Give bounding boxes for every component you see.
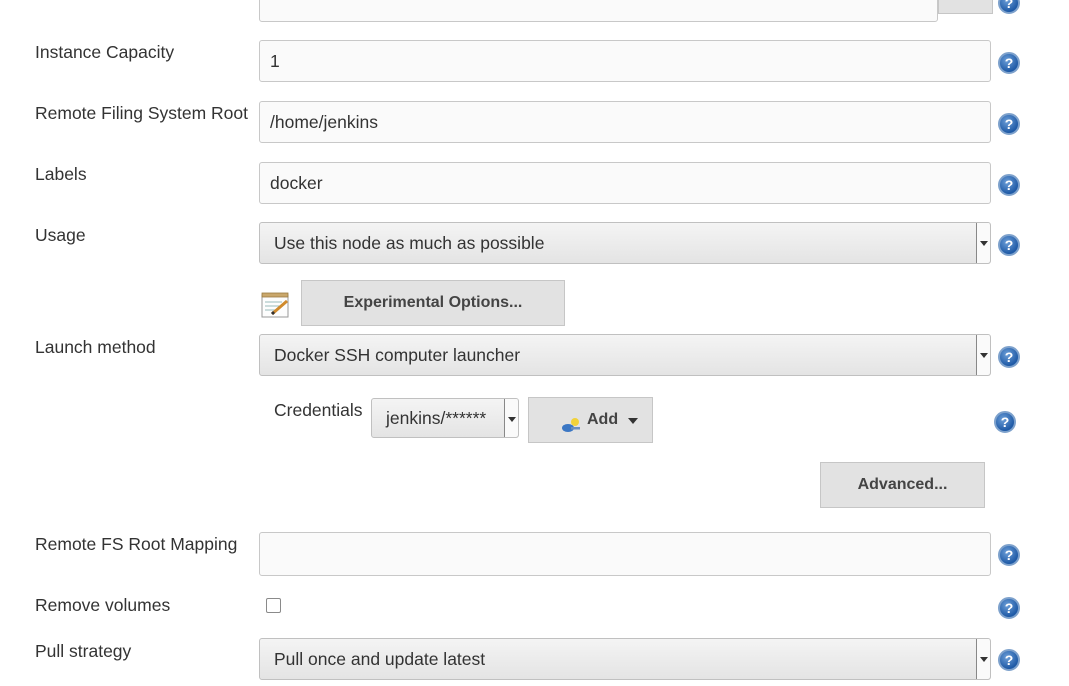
chevron-down-icon [976,639,990,679]
remote-fs-root-mapping-label: Remote FS Root Mapping [35,534,238,554]
remote-fs-root-mapping-input[interactable] [259,532,991,576]
help-icon[interactable]: ? [998,52,1020,74]
pull-strategy-label: Pull strategy [35,641,132,661]
remote-fs-root-input[interactable]: /home/jenkins [259,101,991,143]
advanced-button[interactable]: Advanced... [820,462,985,508]
help-icon[interactable]: ? [998,649,1020,671]
key-icon [561,410,581,432]
help-icon[interactable]: ? [994,411,1016,433]
help-icon[interactable]: ? [998,544,1020,566]
chevron-down-icon [976,223,990,263]
labels-label: Labels [35,164,87,184]
launch-method-select-value: Docker SSH computer launcher [274,345,521,365]
instance-capacity-input[interactable]: 1 [259,40,991,82]
help-icon[interactable]: ? [998,174,1020,196]
usage-select-value: Use this node as much as possible [274,233,545,253]
caret-down-icon [628,418,638,424]
remove-volumes-checkbox[interactable] [266,598,281,613]
usage-label: Usage [35,225,86,245]
launch-method-select[interactable]: Docker SSH computer launcher [259,334,991,376]
credentials-label: Credentials [274,400,363,420]
pull-strategy-select[interactable]: Pull once and update latest [259,638,991,680]
chevron-down-icon [504,399,518,437]
remove-volumes-label: Remove volumes [35,595,171,615]
credentials-select[interactable]: jenkins/****** [371,398,519,438]
labels-input[interactable]: docker [259,162,991,204]
launch-method-label: Launch method [35,337,156,357]
help-icon[interactable]: ? [998,234,1020,256]
usage-select[interactable]: Use this node as much as possible [259,222,991,264]
top-partial-input[interactable] [259,0,938,22]
top-partial-button[interactable] [938,0,993,14]
add-credentials-label: Add [587,411,619,428]
add-credentials-button[interactable]: Add [528,397,653,443]
notepad-icon [260,289,292,321]
chevron-down-icon [976,335,990,375]
experimental-options-button[interactable]: Experimental Options... [301,280,565,326]
remote-fs-root-label: Remote Filing System Root [35,103,248,123]
help-icon[interactable]: ? [998,346,1020,368]
help-icon[interactable]: ? [998,0,1020,14]
help-icon[interactable]: ? [998,113,1020,135]
help-icon[interactable]: ? [998,597,1020,619]
credentials-select-value: jenkins/****** [386,408,487,428]
instance-capacity-label: Instance Capacity [35,42,175,62]
pull-strategy-select-value: Pull once and update latest [274,649,486,669]
